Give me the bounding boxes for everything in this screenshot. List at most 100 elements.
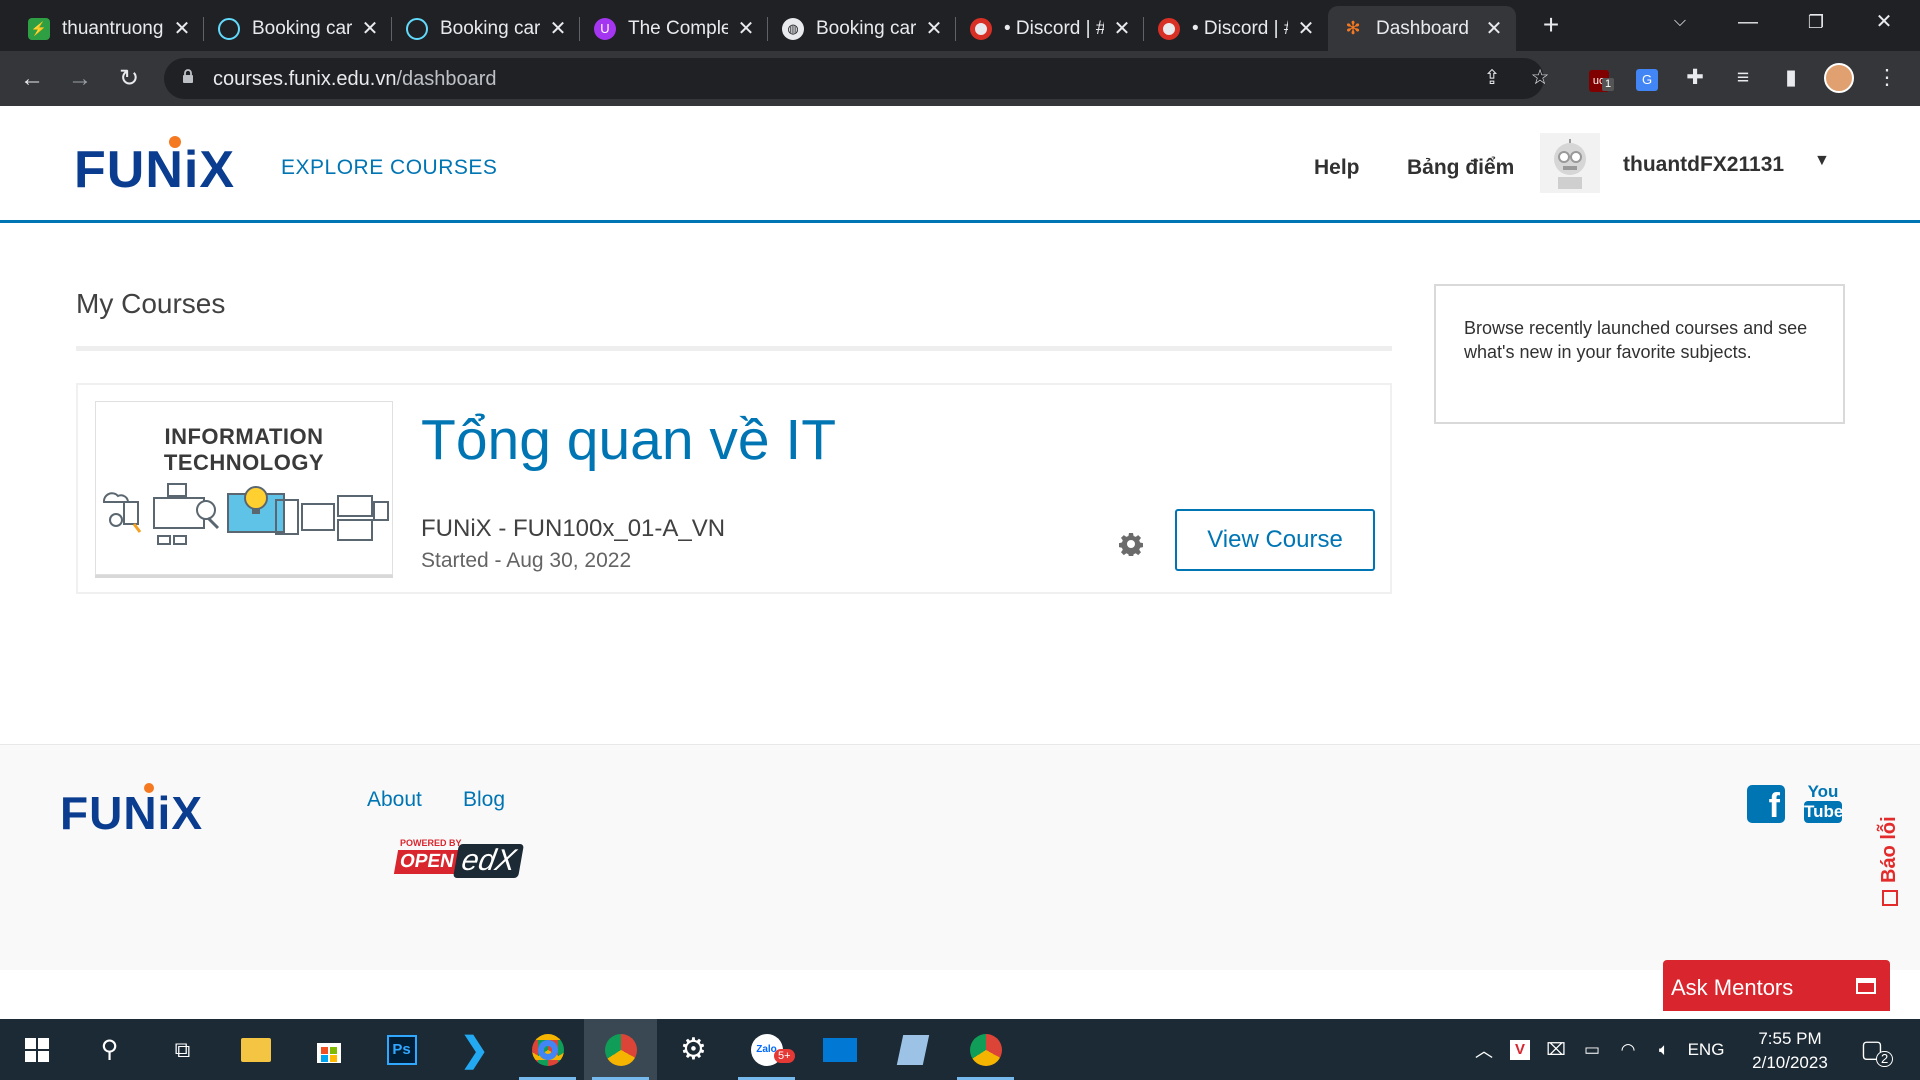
close-icon[interactable]: ✕ [1484,16,1504,41]
report-bug-tab[interactable]: Báo lỗi [1878,795,1908,905]
close-icon[interactable]: ✕ [1112,16,1132,41]
clock-date: 2/10/2023 [1752,1053,1828,1072]
minimize-widget-icon[interactable] [1856,978,1876,994]
close-icon[interactable]: ✕ [924,16,944,41]
minimize-button[interactable]: — [1718,0,1778,44]
language-indicator[interactable]: ENG [1684,1019,1728,1080]
vivaldi-tray-icon[interactable]: V [1506,1019,1534,1080]
vscode-icon[interactable]: ❯ [438,1019,511,1080]
browser-toolbar: ← → ↻ courses.funix.edu.vn/dashboard ⇪ ☆… [0,51,1920,106]
browser-tab[interactable]: • Discord | # ✕ [1144,6,1328,51]
footer-about-link[interactable]: About [367,788,422,812]
task-view-icon[interactable]: ⧉ [146,1019,219,1080]
close-icon[interactable]: ✕ [548,16,568,41]
chrome-menu-icon[interactable]: ⋮ [1872,63,1902,93]
browser-tab[interactable]: ◍ Booking car ✕ [768,6,956,51]
close-icon[interactable]: ✕ [172,16,192,41]
tab-title: • Discord | # [1192,17,1288,39]
url-host: courses.funix.edu.vn [213,68,397,90]
username[interactable]: thuantdFX21131 [1623,153,1784,177]
settings-icon[interactable]: ⚙ [657,1019,730,1080]
chrome-second-profile-icon[interactable] [949,1019,1022,1080]
system-clock[interactable]: 7:55 PM 2/10/2023 [1735,1027,1845,1075]
course-image-title: INFORMATION TECHNOLOGY [163,424,325,475]
meet-now-icon[interactable]: ⌧ [1542,1019,1570,1080]
show-hidden-icons-icon[interactable]: ︿ [1470,1019,1498,1080]
start-button[interactable] [0,1019,73,1080]
zalo-icon[interactable]: Zalo 5+ [730,1019,803,1080]
ask-mentors-widget[interactable]: Ask Mentors [1663,960,1890,1011]
wifi-icon[interactable]: ◠ [1614,1019,1642,1080]
chrome-taskbar-icon[interactable] [511,1019,584,1080]
grades-link[interactable]: Bảng điểm [1407,156,1514,180]
share-icon[interactable]: ⇪ [1477,63,1507,93]
notes-app-icon[interactable] [876,1019,949,1080]
new-tab-button[interactable]: + [1536,10,1566,40]
browser-tab[interactable]: U The Complete ✕ [580,6,768,51]
browser-tab[interactable]: Booking car ✕ [204,6,392,51]
footer-blog-link[interactable]: Blog [463,788,505,812]
close-icon[interactable]: ✕ [736,16,756,41]
course-image[interactable]: INFORMATION TECHNOLOGY [95,401,393,575]
youtube-tube-text: Tube [1804,801,1844,823]
course-card: INFORMATION TECHNOLOGY Tổng quan về IT F… [76,383,1392,594]
browser-tab[interactable]: • Discord | # ✕ [956,6,1144,51]
close-icon[interactable]: ✕ [1296,16,1316,41]
browser-tab-active[interactable]: ✻ Dashboard ✕ [1328,6,1516,51]
robot-avatar-icon [1540,133,1600,193]
reading-list-icon[interactable]: ≡ [1728,63,1758,93]
store-logo-icon [316,1042,341,1063]
browse-courses-info: Browse recently launched courses and see… [1434,284,1845,424]
settings-gear-icon[interactable] [1119,532,1143,556]
openedx-logo[interactable]: POWERED BY OPEN edX [393,838,534,888]
extensions-puzzle-icon[interactable]: ✚ [1680,63,1710,93]
mail-icon[interactable] [803,1019,876,1080]
photoshop-icon[interactable]: Ps [365,1019,438,1080]
microsoft-store-icon[interactable] [292,1019,365,1080]
notification-center-icon[interactable]: ▢ 2 [1854,1019,1894,1080]
battery-icon[interactable]: ▭ [1578,1019,1606,1080]
translate-extension-icon[interactable]: G [1632,63,1662,93]
tab-title: The Complete [628,17,728,39]
restore-button[interactable]: ❐ [1786,0,1846,44]
site-footer: FUNiX About Blog POWERED BY OPEN edX f Y… [0,744,1920,970]
tab-title: Booking car [252,17,352,39]
file-explorer-icon[interactable] [219,1019,292,1080]
lock-icon [183,69,193,83]
divider [76,346,1392,351]
browser-tab[interactable]: ⚡ thuantruong ✕ [14,6,204,51]
close-icon[interactable]: ✕ [360,16,380,41]
course-title-link[interactable]: Tổng quan về IT [421,407,836,473]
view-course-button[interactable]: View Course [1175,509,1375,571]
activity-icon: ⚡ [28,17,50,40]
tab-search-icon[interactable]: ⌵ [1650,0,1710,44]
back-icon[interactable]: ← [16,63,48,95]
bookmark-star-icon[interactable]: ☆ [1525,63,1555,93]
react-icon [406,17,428,40]
youtube-icon[interactable]: You Tube [1804,783,1844,823]
side-panel-icon[interactable]: ▮ [1776,63,1806,93]
openedx-edx-text: edX [453,844,525,878]
facebook-icon[interactable]: f [1747,785,1785,823]
chrome-profile-taskbar-icon[interactable] [584,1019,657,1080]
ublock-extension-icon[interactable]: uo 1 [1584,63,1615,93]
page-title: My Courses [76,288,226,319]
volume-icon[interactable]: 🔈︎ [1650,1019,1678,1080]
user-menu-caret-icon[interactable]: ▼ [1814,152,1830,170]
reload-icon[interactable]: ↻ [113,63,145,95]
user-avatar[interactable] [1540,133,1600,193]
close-window-button[interactable]: ✕ [1854,0,1914,44]
report-bug-icon[interactable] [1882,890,1898,906]
footer-funix-logo[interactable]: FUNiX [60,783,203,840]
browser-tab[interactable]: Booking car ✕ [392,6,580,51]
profile-avatar-icon[interactable] [1824,63,1854,93]
discord-icon [1158,17,1180,40]
course-code: FUNiX - FUN100x_01-A_VN [421,515,726,542]
help-link[interactable]: Help [1314,156,1360,180]
funix-logo[interactable]: FUNiX [74,136,235,200]
explore-courses-link[interactable]: EXPLORE COURSES [281,156,497,180]
search-icon[interactable]: ⚲ [73,1019,146,1080]
notification-count: 2 [1876,1051,1894,1067]
forward-icon[interactable]: → [64,63,96,95]
address-bar[interactable]: courses.funix.edu.vn/dashboard ⇪ ☆ [164,58,1549,99]
